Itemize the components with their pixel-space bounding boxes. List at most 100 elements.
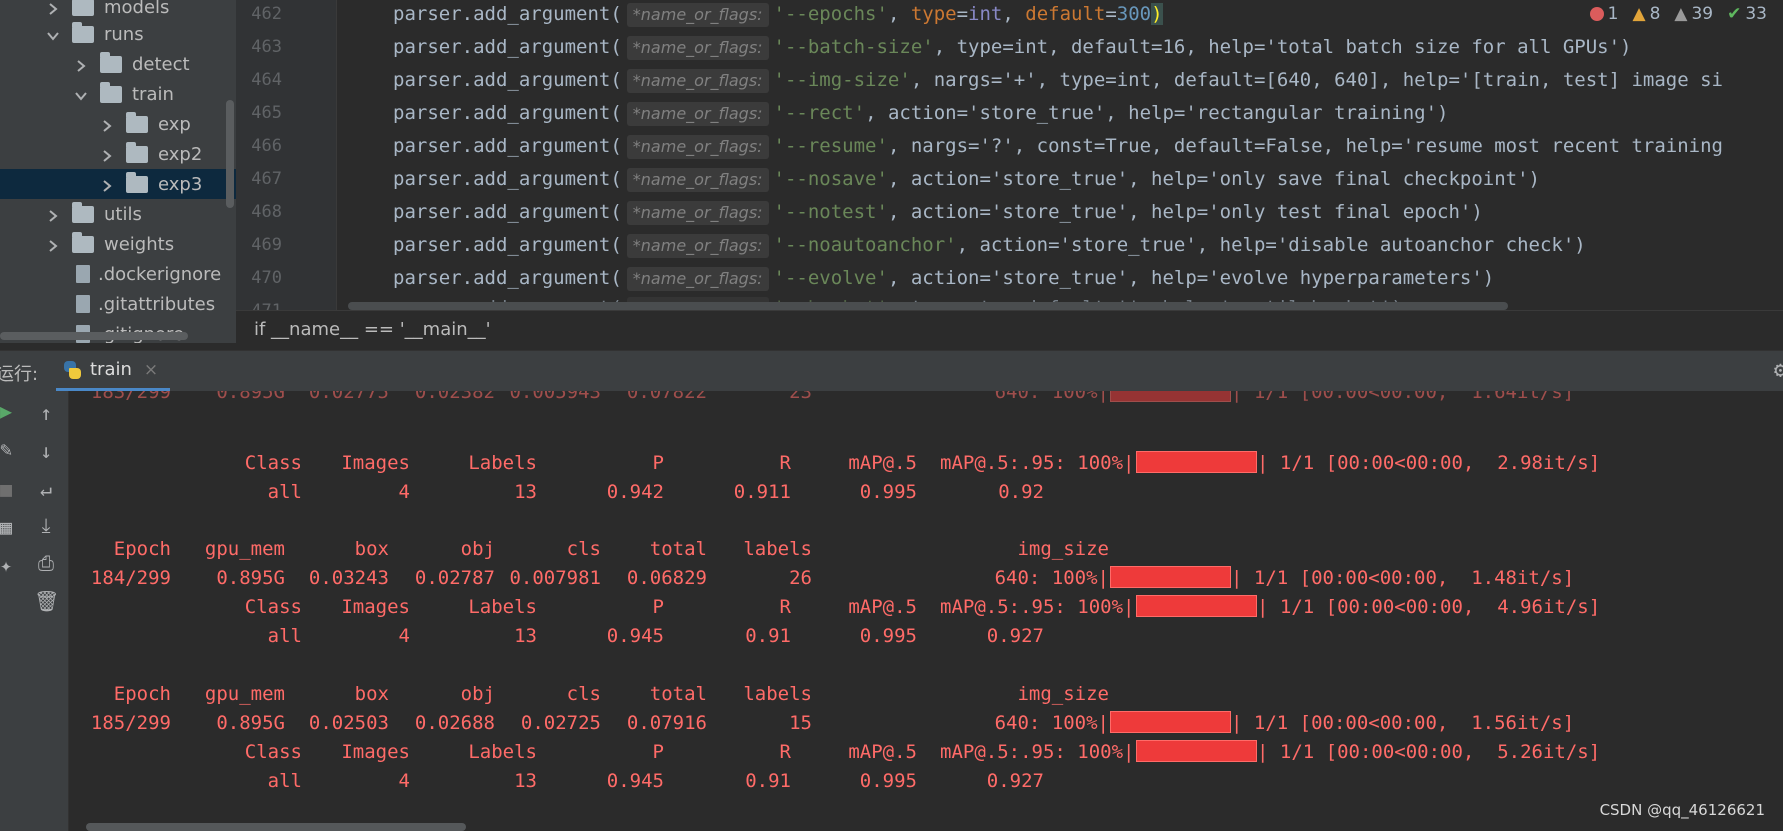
console-cell-images: 4 [398,481,410,503]
line-number: 463 [251,37,282,57]
chevron-right-icon [74,57,88,72]
run-toolbar: 运行: train × ⚙ [0,350,1783,392]
line-number: 466 [251,136,282,156]
parameter-hint: *name_or_flags: [626,234,769,258]
warning-icon: ▲ [1632,4,1646,24]
progress-bar [1110,391,1231,402]
parameter-hint: *name_or_flags: [626,267,769,291]
tab-train[interactable]: train × [56,351,171,391]
console-cell-labels: 13 [514,481,537,503]
line-number: 468 [251,202,282,222]
code-string: '--resume' [773,135,888,157]
folder-icon [72,21,94,43]
line-number: 462 [251,4,282,24]
code-call: parser.add_argument( [393,3,622,25]
code-token: type [910,3,957,25]
console-all-row: all 4 13 0.942 0.911 0.995 0.92 [69,476,1783,509]
tree-item-exp[interactable]: exp [0,109,236,139]
close-icon[interactable]: × [144,360,158,380]
tree-item-label: exp2 [158,143,203,165]
console-cell-map595: 0.927 [986,770,1044,792]
progress-tail: | 1/1 [00:00<00:00, 1.56it/s] [1231,712,1575,734]
progress-bar [1136,451,1257,473]
folder-icon [72,231,94,253]
code-call: parser.add_argument( [393,201,622,223]
print-icon[interactable]: ⎙ [34,551,58,575]
inspection-widget[interactable]: 1 ▲ 8 ▲ 39 ✔ 33 [1589,4,1767,24]
parameter-hint: *name_or_flags: [626,3,769,27]
progress-tail: | 1/1 [00:00<00:00, 4.96it/s] [1257,596,1601,618]
console-cell-images: 4 [398,770,410,792]
error-count[interactable]: 1 [1589,4,1618,24]
code-string: '--batch-size' [773,36,934,58]
gear-icon[interactable]: ⚙ [1774,358,1783,383]
code-string: '--rect' [773,102,866,124]
console-cell-map5: 0.995 [859,625,917,647]
console-cell-map595: 0.927 [986,625,1044,647]
wrench-icon[interactable]: ✎ [0,437,18,461]
tree-item-train[interactable]: train [0,79,236,109]
parameter-hint: *name_or_flags: [626,102,769,126]
code-line: parser.add_argument(*name_or_flags: '--no… [393,229,1586,262]
parameter-hint: *name_or_flags: [626,201,769,225]
console-cell-r: 0.91 [745,770,791,792]
console-horizontal-scrollbar[interactable] [86,823,466,831]
code-rest: , action='store_true', help='only test f… [887,201,1483,223]
rerun-icon[interactable]: ▶ [0,399,18,423]
arrow-down-icon[interactable]: ↓ [34,439,58,463]
console-cell-gpu: 0.895G [216,391,285,403]
console-cell-class: all [267,770,302,792]
console-cell-labels: 13 [514,770,537,792]
code-rest: , nargs='+', type=int, default=[640, 640… [910,69,1723,91]
code-line: parser.add_argument(*name_or_flags: '--ba… [393,31,1631,64]
breadcrumb[interactable]: if __name__ == '__main__' [254,319,491,340]
warning-count[interactable]: ▲ 8 [1632,4,1660,24]
watermark: CSDN @qq_46126621 [1599,801,1765,819]
chevron-right-icon [100,147,114,162]
folder-icon [72,0,94,16]
code-string: '--nosave' [773,168,888,190]
code-call: parser.add_argument( [393,234,622,256]
console-cell-p: 0.942 [606,481,664,503]
code-editor[interactable]: parser.add_argument(*name_or_flags: '--ep… [337,0,1783,310]
tree-item-dockerignore[interactable]: .dockerignore [0,259,236,289]
tree-item-exp3[interactable]: exp3 [0,169,236,199]
tree-item-label: train [132,83,174,105]
tree-vertical-scrollbar[interactable] [226,100,234,208]
tree-item-runs[interactable]: runs [0,19,236,49]
arrow-up-icon[interactable]: ↑ [34,401,58,425]
code-string: '--img-size' [773,69,911,91]
code-call: parser.add_argument( [393,267,622,289]
soft-wrap-icon[interactable]: ↵ [34,477,58,501]
check-icon: ✔ [1727,4,1742,24]
pin-icon[interactable]: ✦ [0,553,18,577]
console-cell-epoch: 183/299 [90,391,171,403]
trash-icon[interactable]: 🗑 [34,589,59,613]
console-all-row: all 4 13 0.945 0.91 0.995 0.927 [69,765,1783,798]
folder-icon [72,201,94,223]
typo-count[interactable]: ✔ 33 [1727,4,1767,24]
code-line: parser.add_argument(*name_or_flags: '--ep… [393,0,1163,31]
weak-warning-count[interactable]: ▲ 39 [1674,4,1713,24]
tree-item-gitattributes[interactable]: .gitattributes [0,289,236,319]
tree-horizontal-scrollbar[interactable] [0,332,188,340]
tree-item-exp2[interactable]: exp2 [0,139,236,169]
error-icon [1589,7,1604,21]
line-number: 464 [251,70,282,90]
console-cell-cls: 0.005943 [509,391,601,403]
code-call: parser.add_argument( [393,102,622,124]
progress-bar [1110,566,1231,588]
console-output[interactable]: 183/299 0.895G 0.02775 0.02382 0.005943 0.078… [69,391,1783,831]
scroll-to-end-icon[interactable]: ⤓ [34,513,58,537]
console-cell-box: 0.02775 [308,391,389,403]
layout-icon[interactable]: ▦ [0,515,18,539]
editor-horizontal-scrollbar[interactable] [348,302,1508,310]
tree-item-weights[interactable]: weights [0,229,236,259]
tree-item-detect[interactable]: detect [0,49,236,79]
console-cell-r: 0.911 [733,481,791,503]
code-rest: , type=int, default=16, help='total batc… [933,36,1632,58]
parameter-hint: *name_or_flags: [626,135,769,159]
tree-item-utils[interactable]: utils [0,199,236,229]
folder-icon [126,111,148,133]
stop-icon[interactable]: ■ [0,477,18,501]
